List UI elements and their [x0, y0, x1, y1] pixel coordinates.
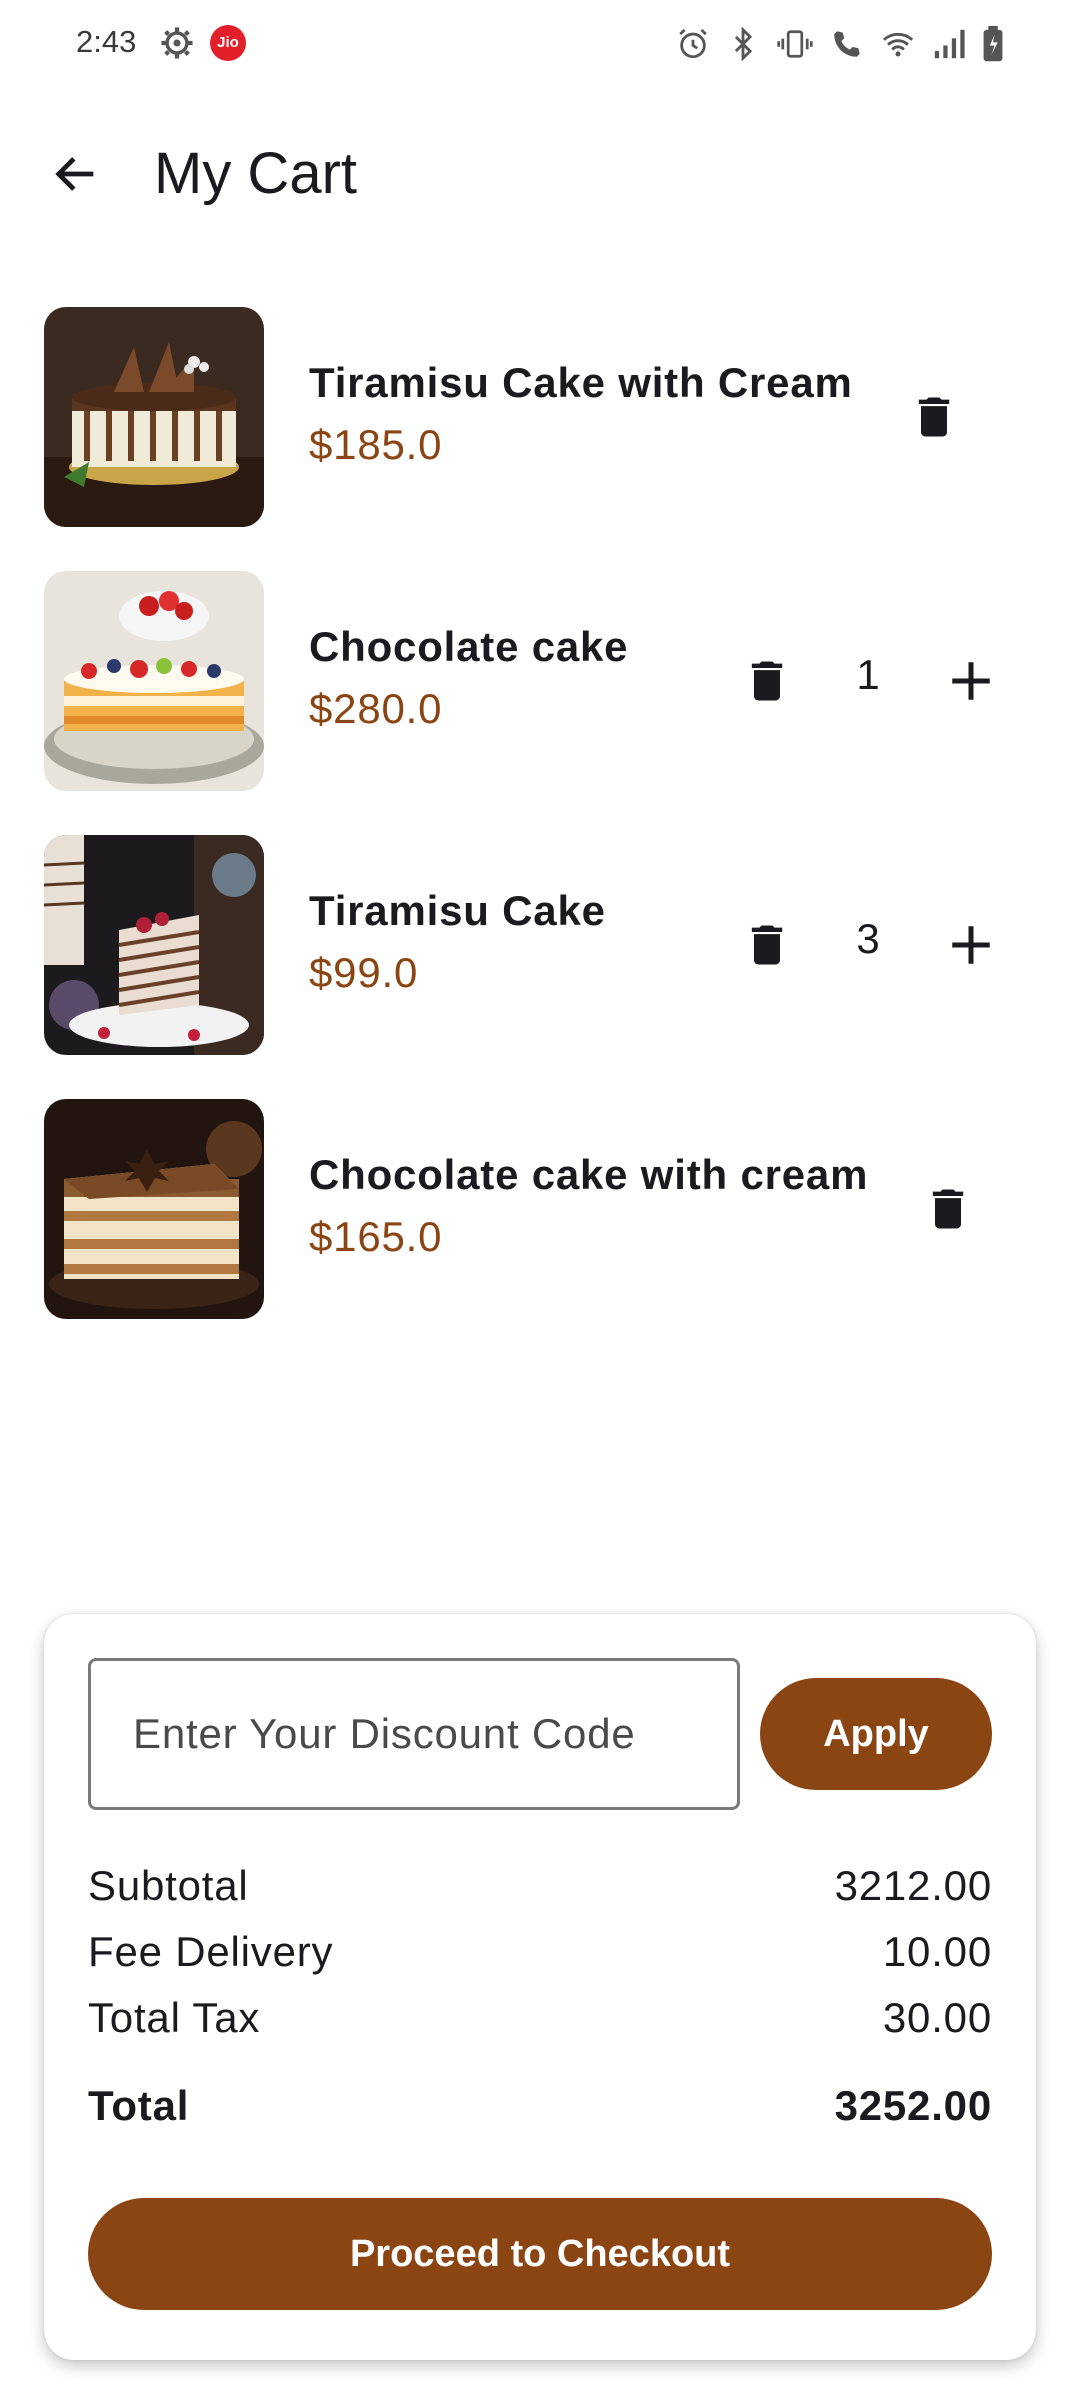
subtotal-label: Subtotal — [88, 1862, 249, 1909]
trash-icon — [751, 925, 783, 965]
product-price: $99.0 — [309, 949, 419, 996]
wifi-icon — [882, 32, 914, 57]
signal-icon — [934, 29, 965, 59]
page-title: My Cart — [154, 141, 357, 206]
product-price: $280.0 — [309, 685, 443, 732]
tax-label: Total Tax — [88, 1994, 261, 2041]
quantity-value: 1 — [856, 651, 880, 698]
tax-value: 30.00 — [882, 1994, 992, 2041]
product-name: Tiramisu Cake with Cream — [309, 359, 853, 406]
status-bar: 2:43 Jio — [0, 0, 1080, 90]
settings-icon — [161, 27, 193, 59]
wifi-calling-icon — [834, 31, 860, 57]
delete-button[interactable] — [899, 382, 969, 452]
delete-button[interactable] — [913, 1174, 983, 1244]
product-name: Chocolate cake — [309, 623, 629, 670]
product-image — [44, 1099, 264, 1319]
product-image — [44, 307, 264, 527]
alarm-icon — [679, 28, 707, 59]
product-price: $185.0 — [309, 421, 443, 468]
delivery-fee-value: 10.00 — [882, 1928, 992, 1975]
status-time: 2:43 — [76, 24, 137, 59]
bluetooth-icon — [734, 27, 753, 61]
arrow-left-icon — [55, 157, 94, 191]
total-row: Total 3252.00 — [88, 2078, 992, 2134]
product-name: Tiramisu Cake — [309, 887, 606, 934]
subtotal-value: 3212.00 — [834, 1862, 992, 1909]
delivery-fee-label: Fee Delivery — [88, 1928, 334, 1975]
product-name: Chocolate cake with cream — [309, 1151, 869, 1198]
plus-icon — [952, 662, 990, 700]
increase-quantity-button[interactable] — [936, 646, 1006, 716]
app-bar: My Cart — [0, 110, 1080, 240]
delivery-fee-row: Fee Delivery 10.00 — [88, 1924, 992, 1980]
discount-code-input[interactable] — [88, 1658, 740, 1810]
order-summary-card: Apply Subtotal 3212.00 Fee Delivery 10.0… — [44, 1614, 1036, 2360]
product-image — [44, 571, 264, 791]
cart-item: Chocolate cake $280.0 1 — [0, 571, 1080, 791]
product-price: $165.0 — [309, 1213, 443, 1260]
checkout-button[interactable]: Proceed to Checkout — [88, 2198, 992, 2310]
product-image — [44, 835, 264, 1055]
back-button[interactable] — [46, 144, 106, 204]
increase-quantity-button[interactable] — [936, 910, 1006, 980]
trash-icon — [918, 397, 950, 437]
battery-icon — [983, 25, 1003, 62]
vibrate-icon — [777, 30, 813, 58]
cart-item: Tiramisu Cake with Cream $185.0 — [0, 307, 1080, 527]
trash-icon — [751, 661, 783, 701]
trash-icon — [932, 1189, 964, 1229]
apply-button[interactable]: Apply — [760, 1678, 992, 1790]
cart-item: Tiramisu Cake $99.0 3 — [0, 835, 1080, 1055]
quantity-value: 3 — [856, 915, 880, 962]
carrier-badge: Jio — [210, 25, 246, 61]
plus-icon — [952, 926, 990, 964]
tax-row: Total Tax 30.00 — [88, 1990, 992, 2046]
delete-button[interactable] — [732, 910, 802, 980]
total-value: 3252.00 — [834, 2082, 992, 2129]
total-label: Total — [88, 2082, 190, 2129]
cart-item: Chocolate cake with cream $165.0 — [0, 1099, 1080, 1319]
subtotal-row: Subtotal 3212.00 — [88, 1858, 992, 1914]
delete-button[interactable] — [732, 646, 802, 716]
